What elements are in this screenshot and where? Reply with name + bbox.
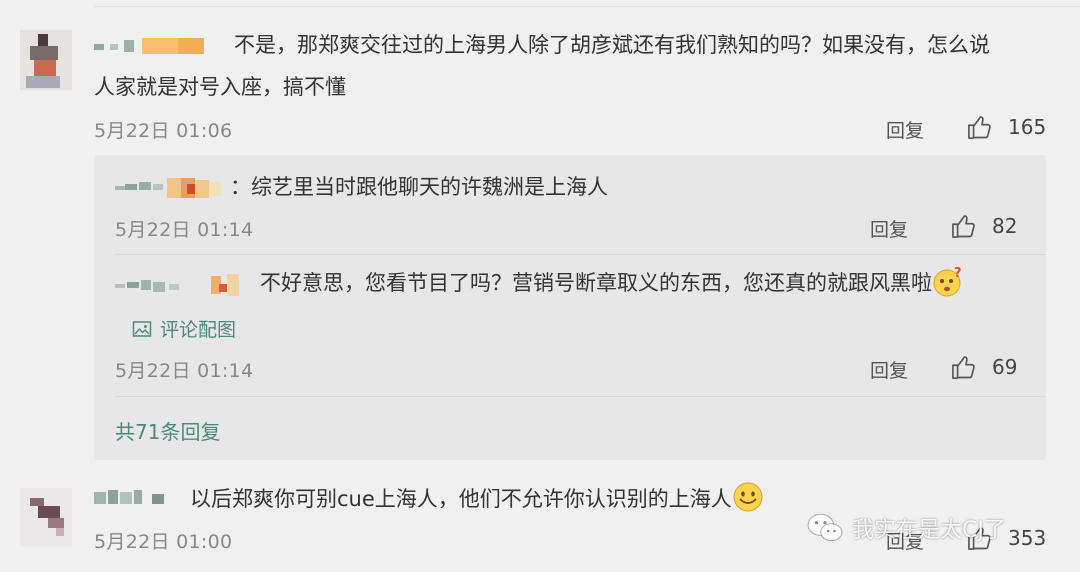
reply-username-pixelated[interactable]	[115, 176, 227, 200]
like-button[interactable]: 165	[966, 113, 1046, 141]
comment-image-link[interactable]: 评论配图	[132, 315, 236, 342]
confused-face-emoji: ?	[932, 266, 964, 298]
reply-text-content: 不好意思，您看节目了吗？营销号断章取义的东西，您还真的就跟风黑啦	[260, 271, 932, 295]
like-button[interactable]: 69	[950, 353, 1017, 381]
thumbs-up-icon	[952, 356, 975, 379]
like-count: 82	[992, 214, 1018, 238]
thumbs-up-icon	[952, 215, 975, 238]
svg-text:?: ?	[954, 266, 962, 281]
comment-text-content: 以后郑爽你可别cue上海人，他们不允许你认识别的上海人	[190, 487, 732, 511]
comment-text-line-2: 人家就是对号入座，搞不懂	[94, 75, 346, 99]
like-count: 165	[1008, 115, 1047, 139]
comment-text: 以后郑爽你可别cue上海人，他们不允许你认识别的上海人	[190, 478, 764, 520]
reply-text: ：综艺里当时跟他聊天的许魏洲是上海人	[230, 175, 608, 199]
username-pixelated[interactable]	[94, 36, 212, 56]
reply-divider	[115, 396, 1046, 397]
comment-text-line-1: 不是，那郑爽交往过的上海男人除了胡彦斌还有我们熟知的吗？如果没有，怎么说	[234, 33, 990, 57]
like-count: 353	[1008, 526, 1047, 550]
reply-username-pixelated[interactable]	[115, 272, 250, 298]
like-count: 69	[992, 355, 1018, 379]
thumbs-up-icon	[968, 116, 991, 139]
watermark-text: 我实在是太CJ了	[852, 518, 1006, 543]
image-link-label: 评论配图	[160, 319, 237, 341]
reply-date: 5月22日 01:14	[115, 219, 254, 241]
image-icon	[132, 320, 152, 337]
watermark: 我实在是太CJ了	[806, 512, 1006, 544]
comment-date: 5月22日 01:06	[94, 120, 233, 142]
comment-date: 5月22日 01:00	[94, 531, 233, 553]
avatar[interactable]	[20, 488, 72, 546]
top-divider	[94, 6, 1080, 7]
username-pixelated[interactable]	[94, 488, 174, 508]
reply-button[interactable]: 回复	[870, 356, 908, 383]
wechat-icon	[807, 513, 843, 542]
smile-face-emoji	[732, 481, 764, 513]
reply-divider	[115, 254, 1046, 255]
like-button[interactable]: 82	[950, 212, 1017, 240]
reply-button[interactable]: 回复	[886, 116, 924, 143]
avatar[interactable]	[20, 30, 72, 90]
more-replies-link[interactable]: 共71条回复	[115, 416, 220, 445]
reply-date: 5月22日 01:14	[115, 360, 254, 382]
reply-text: 不好意思，您看节目了吗？营销号断章取义的东西，您还真的就跟风黑啦 ?	[260, 262, 964, 304]
reply-button[interactable]: 回复	[870, 215, 908, 242]
